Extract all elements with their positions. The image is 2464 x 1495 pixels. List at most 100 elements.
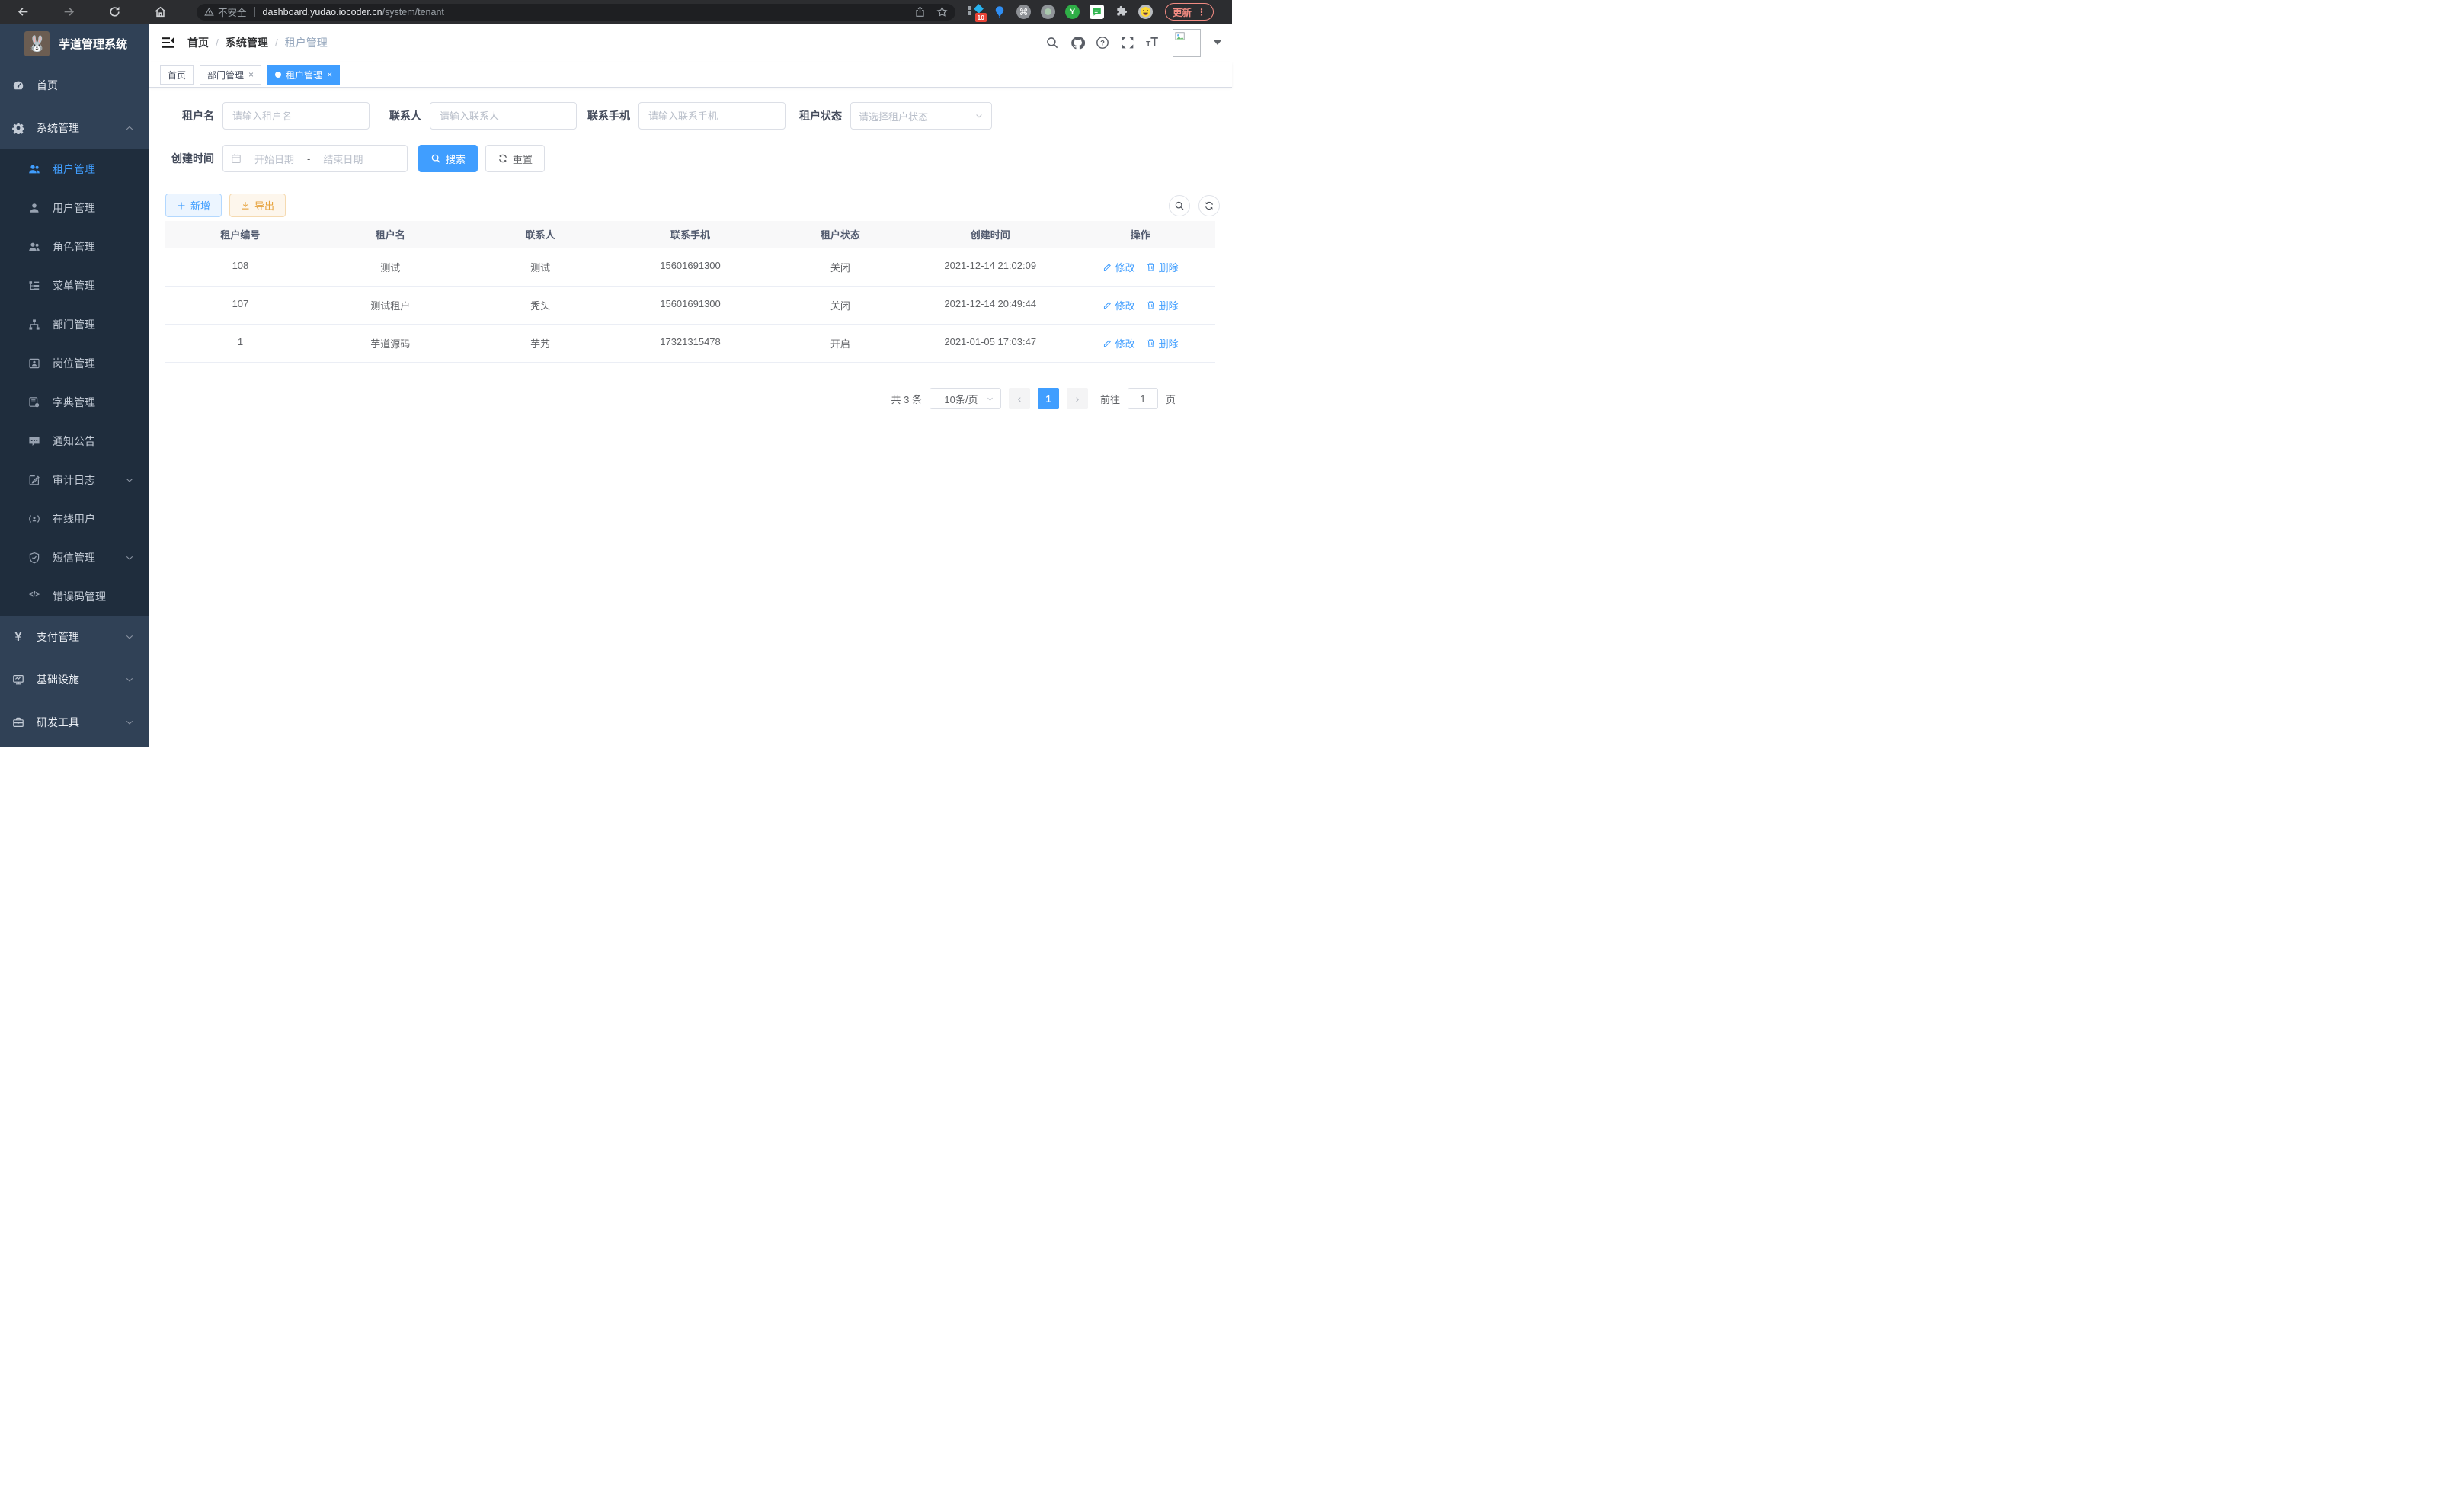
cell-phone: 15601691300 [616,287,766,324]
breadcrumb-current: 租户管理 [285,35,328,50]
help-icon[interactable]: ? [1096,36,1109,50]
browser-menu-icon[interactable]: ⋮ [1197,7,1206,18]
sidebar-item-notice-announcement[interactable]: 通知公告 [0,421,149,460]
extension-diamond-icon[interactable]: 10 [968,5,982,19]
online-signal-icon [28,513,40,525]
url-host: dashboard.yudao.iocoder.cn [263,7,382,18]
table-header-row: 租户编号 租户名 联系人 联系手机 租户状态 创建时间 操作 [165,221,1215,248]
share-icon[interactable] [914,6,926,18]
refresh-table-button[interactable] [1198,195,1220,216]
toggle-search-button[interactable] [1169,195,1190,216]
extension-chat-icon[interactable] [1090,5,1104,19]
sidebar-item-dev-tools[interactable]: 研发工具 [0,701,149,744]
header-actions: 操作 [1065,221,1215,248]
sidebar-item-audit-log[interactable]: 审计日志 [0,460,149,499]
sidebar-item-home[interactable]: 首页 [0,64,149,107]
github-icon[interactable] [1070,36,1084,50]
sidebar-item-system[interactable]: 系统管理 [0,107,149,149]
sidebar-item-post-management[interactable]: 岗位管理 [0,344,149,383]
avatar[interactable] [1173,29,1201,57]
date-range-picker[interactable]: 开始日期 - 结束日期 [222,145,408,172]
sidebar-item-tenant-management[interactable]: 租户管理 [0,149,149,188]
address-bar[interactable]: 不安全 dashboard.yudao.iocoder.cn/system/te… [197,4,955,21]
phone-input[interactable] [638,102,786,130]
users-icon [28,163,40,175]
tab-tenant-management[interactable]: 租户管理 × [267,65,340,85]
sidebar-item-error-code-management[interactable]: </> 错误码管理 [0,577,149,616]
browser-home-icon[interactable] [151,3,169,21]
download-icon [241,201,250,210]
font-size-icon[interactable]: TT [1146,37,1158,49]
browser-forward-icon[interactable] [59,3,78,21]
active-dot [275,72,281,78]
sidebar-item-dept-management[interactable]: 部门管理 [0,305,149,344]
browser-back-icon[interactable] [14,3,32,21]
page-jump-input[interactable] [1128,388,1158,409]
delete-link[interactable]: 删除 [1146,298,1179,312]
security-indicator[interactable]: 不安全 [204,5,247,19]
fullscreen-icon[interactable] [1121,36,1134,50]
edit-link[interactable]: 修改 [1102,260,1135,274]
browser-update-button[interactable]: 更新 ⋮ [1165,3,1214,21]
refresh-icon [498,153,508,164]
contact-input[interactable] [430,102,577,130]
chevron-down-icon [986,395,994,403]
tab-dept-management[interactable]: 部门管理 × [200,65,261,85]
sidebar-item-online-users[interactable]: 在线用户 [0,499,149,538]
close-icon[interactable]: × [248,69,254,80]
browser-reload-icon[interactable] [105,3,123,21]
header-search-icon[interactable] [1045,36,1059,50]
sidebar-item-payment-management[interactable]: ¥ 支付管理 [0,616,149,658]
chevron-down-icon [125,553,134,562]
header-tenant-id: 租户编号 [165,221,315,248]
extensions-puzzle-icon[interactable] [1114,5,1128,19]
calendar-icon [231,153,242,164]
sidebar-item-dict-management[interactable]: 字典管理 [0,383,149,421]
tab-home[interactable]: 首页 [160,65,194,85]
url-path: /system/tenant [382,7,444,18]
id-badge-icon [28,357,40,370]
app-logo[interactable]: 🐰 芋道管理系统 [0,24,149,64]
next-page-button[interactable]: › [1067,388,1088,409]
security-label: 不安全 [218,5,247,19]
extension-emoji-icon[interactable] [1138,5,1153,19]
reset-button[interactable]: 重置 [485,145,545,172]
extension-dot-icon[interactable] [1041,5,1055,19]
sidebar-item-sms-management[interactable]: 短信管理 [0,538,149,577]
search-button[interactable]: 搜索 [418,145,478,172]
pencil-icon [1102,338,1112,348]
breadcrumb-system[interactable]: 系统管理 [226,35,268,50]
add-button[interactable]: 新增 [165,194,222,217]
sidebar-item-menu-management[interactable]: 菜单管理 [0,266,149,305]
bookmark-star-icon[interactable] [936,6,948,18]
page-size-select[interactable]: 10条/页 [930,388,1001,409]
page-number-1[interactable]: 1 [1038,388,1059,409]
cell-tenant-id: 1 [165,325,315,362]
prev-page-button[interactable]: ‹ [1009,388,1030,409]
sidebar-collapse-icon[interactable] [160,35,175,50]
chevron-down-icon [125,675,134,684]
tenant-name-input[interactable] [222,102,370,130]
avatar-caret-icon[interactable] [1214,40,1221,45]
pencil-icon [1102,300,1112,310]
cell-status: 开启 [765,325,915,362]
edit-link[interactable]: 修改 [1102,298,1135,312]
export-button[interactable]: 导出 [229,194,286,217]
delete-link[interactable]: 删除 [1146,336,1179,351]
extension-balloon-icon[interactable] [992,5,1006,19]
total-count: 共 3 条 [891,392,922,406]
extension-y-icon[interactable]: Y [1065,5,1080,19]
tenant-table: 租户编号 租户名 联系人 联系手机 租户状态 创建时间 操作 108 测试 测试… [165,221,1215,363]
sidebar-item-infrastructure[interactable]: 基础设施 [0,658,149,701]
user-icon [28,202,40,214]
extension-command-icon[interactable]: ⌘ [1016,5,1031,19]
breadcrumb: 首页 / 系统管理 / 租户管理 [187,35,328,50]
close-icon[interactable]: × [327,69,332,80]
edit-link[interactable]: 修改 [1102,336,1135,351]
status-select[interactable]: 请选择租户状态 [850,102,992,130]
delete-link[interactable]: 删除 [1146,260,1179,274]
breadcrumb-home[interactable]: 首页 [187,35,209,50]
sidebar-item-user-management[interactable]: 用户管理 [0,188,149,227]
cell-contact: 芋艿 [466,325,616,362]
sidebar-item-role-management[interactable]: 角色管理 [0,227,149,266]
